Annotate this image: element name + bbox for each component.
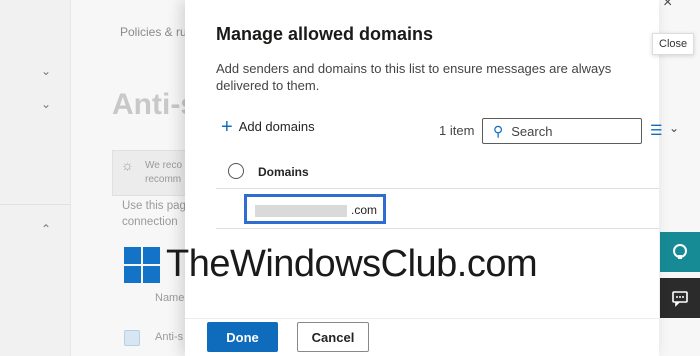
close-icon[interactable]: × [663, 0, 672, 12]
description-line: Use this pag [122, 200, 186, 212]
breadcrumb[interactable]: Policies & ru [120, 25, 187, 39]
add-domains-label: Add domains [238, 119, 315, 134]
add-domains-button[interactable]: + Add domains [221, 115, 315, 138]
select-all-radio[interactable] [228, 163, 244, 179]
nav-divider [0, 204, 70, 205]
row-checkbox[interactable] [124, 330, 140, 346]
policy-row-label[interactable]: Anti-s [155, 331, 183, 343]
column-label-domains[interactable]: Domains [258, 165, 309, 179]
page-description: Use this pag connection [122, 198, 186, 230]
windows-logo-icon [124, 246, 160, 283]
manage-allowed-domains-panel: Manage allowed domains Add senders and d… [185, 0, 679, 356]
domains-column-header: Domains [216, 158, 659, 189]
panel-footer-divider [185, 318, 659, 319]
banner-line: We reco [145, 160, 183, 171]
help-icon[interactable] [660, 232, 700, 272]
panel-description: Add senders and domains to this list to … [216, 61, 612, 93]
column-header-name[interactable]: Name [155, 292, 184, 304]
domain-row[interactable]: .com [216, 190, 659, 229]
item-count: 1 item [439, 123, 475, 138]
done-button[interactable]: Done [207, 322, 278, 352]
close-tooltip: Close [652, 33, 695, 55]
watermark: TheWindowsClub.com [124, 243, 538, 286]
chevron-down-icon[interactable]: ⌄ [41, 64, 53, 78]
lightbulb-icon: ☼ [121, 157, 134, 173]
plus-icon: + [221, 115, 233, 138]
domain-suffix: .com [351, 203, 378, 217]
highlight-box: .com [244, 194, 386, 224]
filter-icon[interactable]: ☰ [650, 122, 663, 139]
search-input[interactable] [509, 122, 634, 140]
left-nav: ⌄ ⌄ ⌃ [0, 0, 71, 356]
chevron-up-icon[interactable]: ⌃ [41, 222, 53, 236]
panel-title: Manage allowed domains [216, 24, 434, 44]
banner-line: recomm [145, 174, 182, 185]
chevron-down-icon[interactable]: ⌄ [669, 121, 679, 135]
redacted-domain [255, 205, 347, 217]
feedback-icon[interactable] [660, 278, 700, 318]
description-line: connection [122, 216, 178, 228]
chevron-down-icon[interactable]: ⌄ [41, 97, 53, 111]
watermark-text: TheWindowsClub.com [166, 243, 538, 285]
cancel-button[interactable]: Cancel [297, 322, 369, 352]
info-banner: ☼ We reco recomm [112, 150, 194, 196]
search-box[interactable]: ⚲ [482, 118, 642, 144]
search-icon: ⚲ [493, 122, 504, 139]
